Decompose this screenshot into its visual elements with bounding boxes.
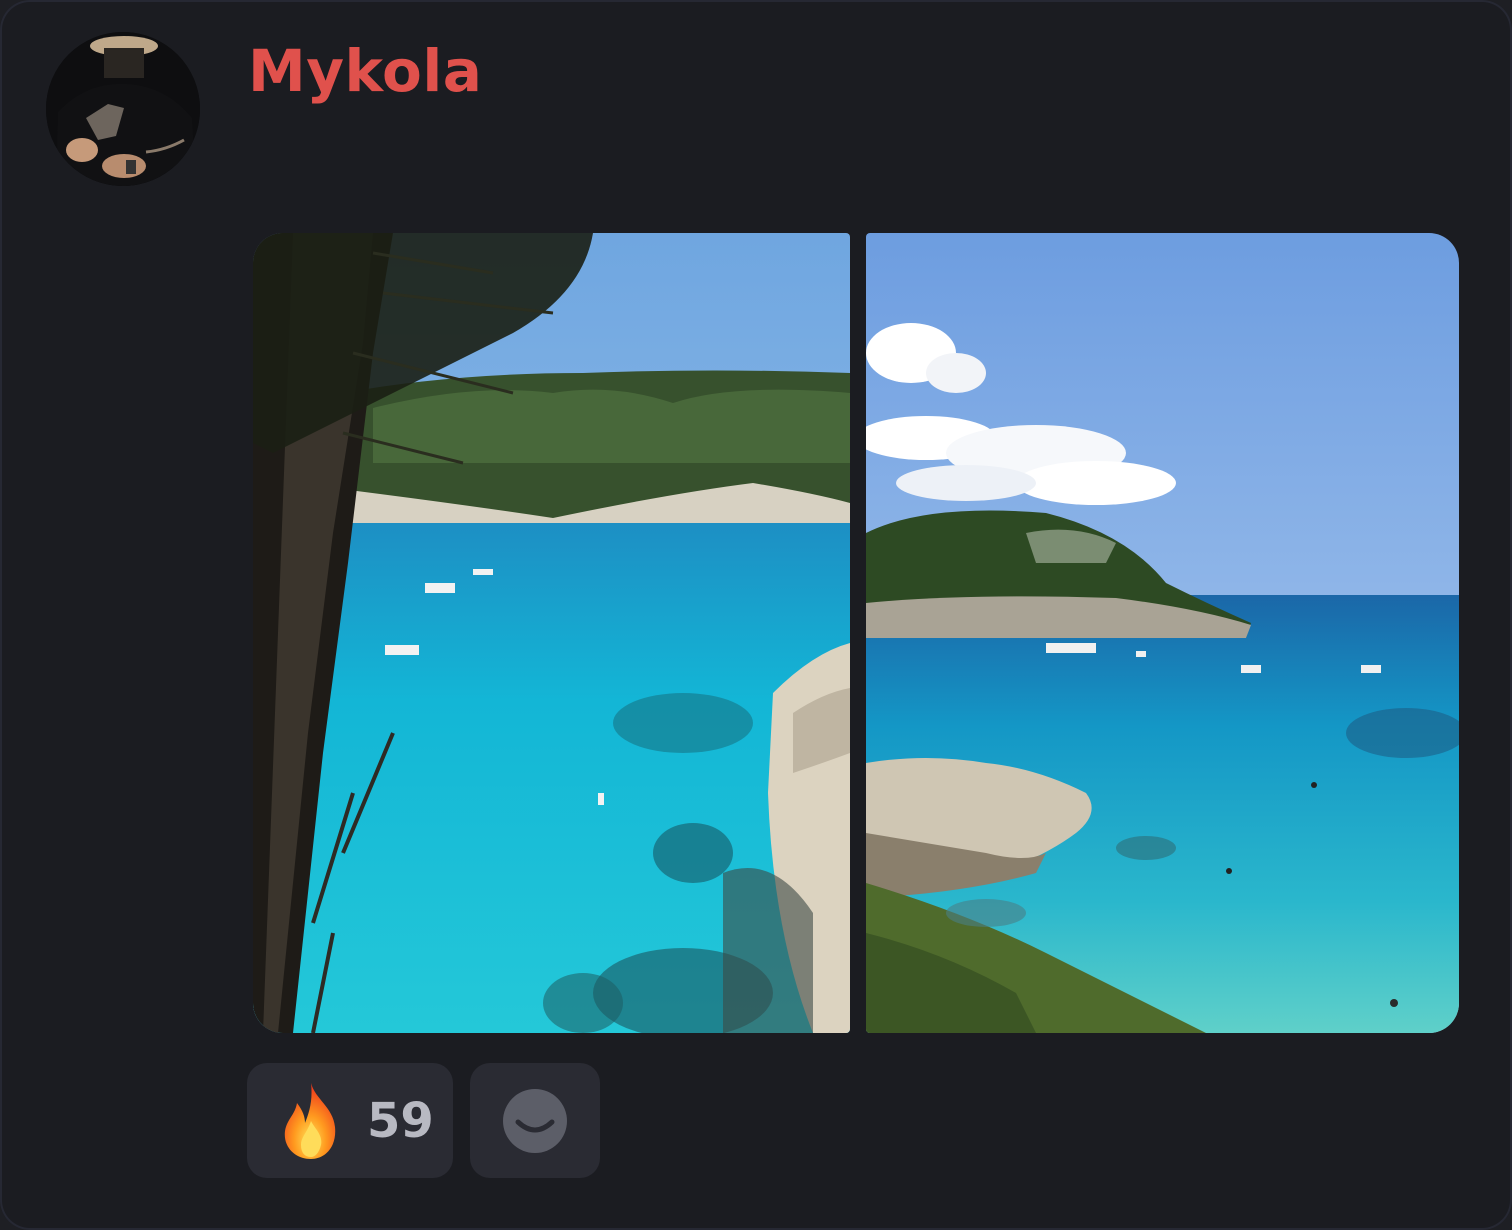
photo-1[interactable] xyxy=(253,233,850,1033)
author-name[interactable]: Mykola xyxy=(248,42,482,100)
reaction-count: 59 xyxy=(367,1092,434,1149)
avatar-image xyxy=(46,32,200,186)
reaction-fire[interactable]: 59 xyxy=(247,1063,453,1178)
photo-2[interactable] xyxy=(866,233,1459,1033)
beach-photo-1-image xyxy=(253,233,850,1033)
avatar[interactable] xyxy=(46,32,200,186)
add-reaction-button[interactable] xyxy=(470,1063,600,1178)
fire-emoji-icon xyxy=(284,1082,336,1159)
add-reaction-smile-icon xyxy=(503,1088,567,1153)
message-card: Mykola 59 xyxy=(0,0,1512,1230)
beach-photo-2-image xyxy=(866,233,1459,1033)
